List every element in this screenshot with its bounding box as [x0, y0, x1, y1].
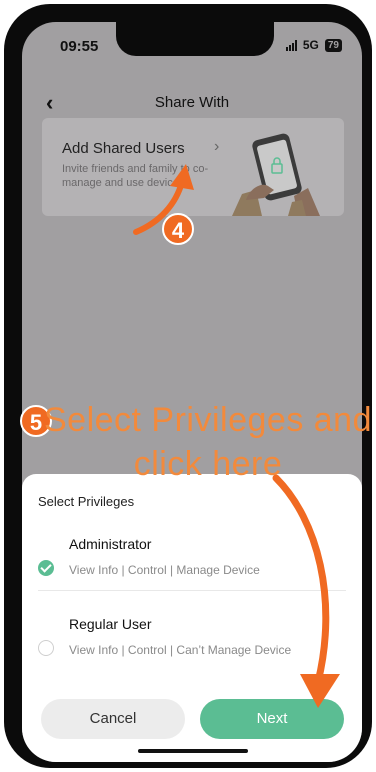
option-description: View Info | Control | Manage Device	[69, 563, 260, 577]
card-title: Add Shared Users	[62, 140, 185, 157]
status-time: 09:55	[60, 38, 99, 55]
radio-unchecked-icon[interactable]	[38, 640, 54, 656]
nav-bar: ‹ Share With	[22, 86, 362, 116]
phone-frame: 09:55 5G 79 ‹ Share With Add Shared User…	[4, 4, 372, 768]
page-title: Share With	[154, 94, 230, 111]
signal-icon	[285, 39, 297, 51]
card-description: Invite friends and family to co-manage a…	[62, 163, 209, 189]
divider	[38, 590, 346, 591]
next-button[interactable]: Next	[200, 699, 344, 739]
home-indicator	[138, 749, 248, 753]
option-label: Administrator	[69, 536, 152, 552]
chevron-right-icon: ›	[214, 138, 220, 155]
cancel-button[interactable]: Cancel	[41, 699, 185, 739]
phone-hand-illustration	[232, 133, 320, 216]
privileges-sheet: Select Privileges Administrator View Inf…	[22, 474, 362, 762]
notch	[116, 22, 274, 56]
battery-icon: 79	[324, 38, 342, 52]
status-icons: 5G 79	[285, 38, 342, 52]
option-administrator[interactable]: Administrator View Info | Control | Mana…	[22, 530, 362, 594]
option-regular-user[interactable]: Regular User View Info | Control | Can’t…	[22, 610, 362, 674]
app-screen: 09:55 5G 79 ‹ Share With Add Shared User…	[22, 22, 362, 762]
option-label: Regular User	[69, 616, 152, 632]
checkmark-icon[interactable]	[38, 560, 54, 576]
option-description: View Info | Control | Can’t Manage Devic…	[69, 643, 292, 657]
sheet-title: Select Privileges	[38, 494, 135, 509]
network-type: 5G	[302, 38, 319, 52]
add-shared-users-card[interactable]: Add Shared Users › Invite friends and fa…	[42, 118, 344, 216]
